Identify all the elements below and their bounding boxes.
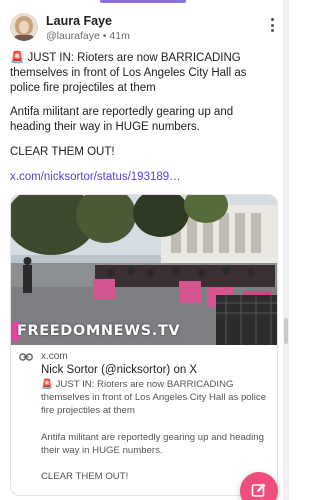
link-preview-card[interactable]: FREEDOMNEWS.TV x.com Nick Sortor (@nicks… xyxy=(10,194,278,496)
link-description: CLEAR THEM OUT! xyxy=(41,471,129,482)
scrollbar-thumb[interactable] xyxy=(284,318,288,344)
scrollbar[interactable] xyxy=(283,0,289,500)
post-paragraph: 🚨 JUST IN: Rioters are now BARRICADING t… xyxy=(10,52,247,94)
link-domain: x.com xyxy=(41,351,68,362)
author-handle[interactable]: @laurafaye xyxy=(46,30,100,42)
post-link[interactable]: x.com/nicksortor/status/193189… xyxy=(10,171,181,183)
post-timestamp[interactable]: 41m xyxy=(109,30,129,42)
post-header: Laura Faye @laurafaye • 41m xyxy=(10,13,277,45)
kebab-vertical-icon[interactable] xyxy=(269,18,275,34)
meta-separator: • xyxy=(102,30,107,42)
post-paragraph: Antifa militant are reportedly gearing u… xyxy=(10,106,234,133)
link-preview-image[interactable]: FREEDOMNEWS.TV xyxy=(11,195,277,345)
link-description: Antifa militant are reportedly gearing u… xyxy=(41,432,264,457)
top-tab-indicator xyxy=(100,0,186,3)
post-meta: @laurafaye • 41m xyxy=(46,30,130,42)
link-chain-icon xyxy=(19,353,33,361)
link-description: 🚨 JUST IN: Rioters are now BARRICADING t… xyxy=(41,379,267,417)
author-name[interactable]: Laura Faye xyxy=(46,14,112,28)
compose-edit-icon xyxy=(251,483,266,497)
link-title[interactable]: Nick Sortor (@nicksortor) on X xyxy=(41,364,197,376)
post-paragraph: CLEAR THEM OUT! xyxy=(10,146,115,158)
avatar[interactable] xyxy=(10,13,38,41)
image-watermark: FREEDOMNEWS.TV xyxy=(17,323,181,339)
